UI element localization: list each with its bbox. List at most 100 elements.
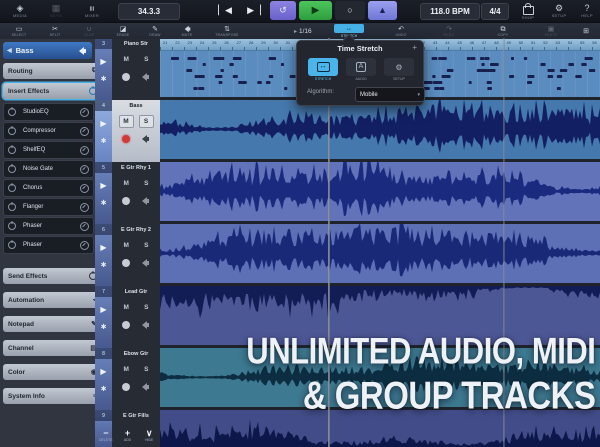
mute-button[interactable]: M [119,115,134,128]
metronome-button[interactable]: ▲ [368,1,397,20]
insert-slot-7[interactable]: Phaser [3,217,94,235]
track-color-strip[interactable]: 4▶✱ [95,100,112,162]
solo-button[interactable]: S [144,366,148,373]
insert-slot-6[interactable]: Flanger [3,198,94,216]
prev-marker-button[interactable]: ▏◀ [212,1,238,20]
split-tool-button[interactable]: ✂ SPLIT [42,23,68,39]
track-header[interactable]: Lead GtrMS [112,286,160,348]
track-play-icon[interactable]: ▶ [100,368,106,376]
track-freeze-icon[interactable]: ✱ [101,76,107,83]
track-freeze-icon[interactable]: ✱ [101,386,107,393]
mute-button[interactable]: M [124,304,129,311]
audio-clip-e-gtr-rhy-1[interactable] [160,162,600,224]
record-enable-button[interactable] [122,259,130,267]
track-header[interactable]: E Gtr Rhy 2MS [112,224,160,286]
track-header[interactable]: E Gtr Rhy 1MS [112,162,160,224]
track-color-strip[interactable]: 3▶✱ [95,38,112,100]
move-icon[interactable]: + [412,43,417,52]
cycle-button[interactable]: ↺ [270,1,296,20]
mute-tool-button[interactable]: MUTE [174,23,200,39]
collapse-tracklist-button[interactable]: ∨HIDE [138,424,160,447]
monitor-icon[interactable] [141,383,150,391]
next-marker-button[interactable]: ▶▕ [241,1,267,20]
track-header[interactable]: BassMS [112,100,160,162]
track-freeze-icon[interactable]: ✱ [101,138,107,145]
mixer-button[interactable]: ≡ MIXER [74,1,110,21]
draw-tool-button[interactable]: ✎ DRAW [142,23,168,39]
mute-button[interactable]: M [124,180,129,187]
insert-slot-5[interactable]: Chorus [3,179,94,197]
track-row-e-gtr-rhy-2[interactable]: 6▶✱E Gtr Rhy 2MS [95,224,160,287]
help-button[interactable]: ? HELP [575,1,599,21]
track-color-strip[interactable]: 7▶✱ [95,286,112,348]
record-enable-button[interactable] [122,73,130,81]
send-effects-button[interactable]: Send Effects [3,268,102,284]
track-play-icon[interactable]: ▶ [100,120,106,128]
mute-button[interactable]: M [124,242,129,249]
play-button[interactable]: ▶ [299,1,332,20]
track-row-bass[interactable]: 4▶✱BassMS [95,100,160,163]
track-header[interactable]: Piano StrMS [112,38,160,100]
channel-button[interactable]: Channel ▤ [3,340,102,356]
notepad-button[interactable]: Notepad ✎ [3,316,102,332]
monitor-icon[interactable] [141,259,150,267]
insert-slot-4[interactable]: Noise Gate [3,160,94,178]
paste-button[interactable]: ▣ PASTE [536,23,566,39]
audio-clip-e-gtr-rhy-2[interactable] [160,224,600,286]
system-info-button[interactable]: System Info ≡ [3,388,102,404]
color-button[interactable]: Color ◉ [3,364,102,380]
solo-button[interactable]: S [144,180,148,187]
audio-clip-bass[interactable] [160,100,600,162]
insert-slot-1[interactable]: StudioEQ [3,103,94,121]
undo-button[interactable]: ↶ UNDO [386,23,416,39]
insert-slot-8[interactable]: Phaser [3,236,94,254]
position-display[interactable]: 34.3.3 [118,3,180,20]
transpose-tool-button[interactable]: ⇅ TRANSPOSE [206,23,248,39]
monitor-icon[interactable] [141,135,150,143]
track-row-piano-str[interactable]: 3▶✱Piano StrMS [95,38,160,101]
algorithm-dropdown[interactable]: Mobile ▾ [355,87,425,102]
solo-button[interactable]: S [144,56,148,63]
stretch-setup-button[interactable]: ⚙ [384,58,414,76]
inspector-track-header[interactable]: ◀ Bass [3,42,92,59]
shop-button[interactable]: SHOP [514,1,542,21]
insert-slot-2[interactable]: Compressor [3,122,94,140]
record-enable-button[interactable] [122,321,130,329]
record-enable-button[interactable] [122,135,130,143]
select-tool-button[interactable]: ▭ SELECT [4,23,34,39]
solo-button[interactable]: S [144,242,148,249]
setup-button[interactable]: ⚙ SETUP [545,1,573,21]
track-play-icon[interactable]: ▶ [100,306,106,314]
record-enable-button[interactable] [122,197,130,205]
insert-effects-button[interactable]: Insert Effects [3,83,102,99]
timesig-display[interactable]: 4/4 [481,3,509,20]
snap-grid-value[interactable]: ▸ 1/16 [294,23,312,39]
track-row-ebow-gtr[interactable]: 8▶✱Ebow GtrMS [95,348,160,411]
solo-button[interactable]: S [139,115,154,128]
track-freeze-icon[interactable]: ✱ [101,200,107,207]
mute-button[interactable]: M [124,366,129,373]
redo-button[interactable]: ↷ REDO [434,23,464,39]
tempo-display[interactable]: 118.0 BPM [420,3,480,20]
track-row-lead-gtr[interactable]: 7▶✱Lead GtrMS [95,286,160,349]
track-freeze-icon[interactable]: ✱ [101,324,107,331]
track-color-strip[interactable]: 6▶✱ [95,224,112,286]
track-color-strip[interactable]: 8▶✱ [95,348,112,410]
media-button[interactable]: ◈ MEDIA [2,1,38,21]
quantize-grid-button[interactable]: ⊞ [574,23,598,39]
record-button[interactable]: ○ [335,1,365,20]
track-freeze-icon[interactable]: ✱ [101,262,107,269]
stretch-mode-button[interactable]: ↔ [308,58,338,76]
monitor-icon[interactable] [141,73,150,81]
track-header[interactable]: Ebow GtrMS [112,348,160,410]
monitor-icon[interactable] [141,197,150,205]
track-row-e-gtr-rhy-1[interactable]: 5▶✱E Gtr Rhy 1MS [95,162,160,225]
erase-tool-button[interactable]: ◪ ERASE [110,23,136,39]
solo-button[interactable]: S [144,304,148,311]
glue-tool-button[interactable]: ∪ GLUE [76,23,102,39]
track-play-icon[interactable]: ▶ [100,182,106,190]
copy-button[interactable]: ⧉ COPY [488,23,518,39]
monitor-icon[interactable] [141,321,150,329]
insert-slot-3[interactable]: ShelfEQ [3,141,94,159]
add-track-button[interactable]: +ADD [117,424,139,447]
